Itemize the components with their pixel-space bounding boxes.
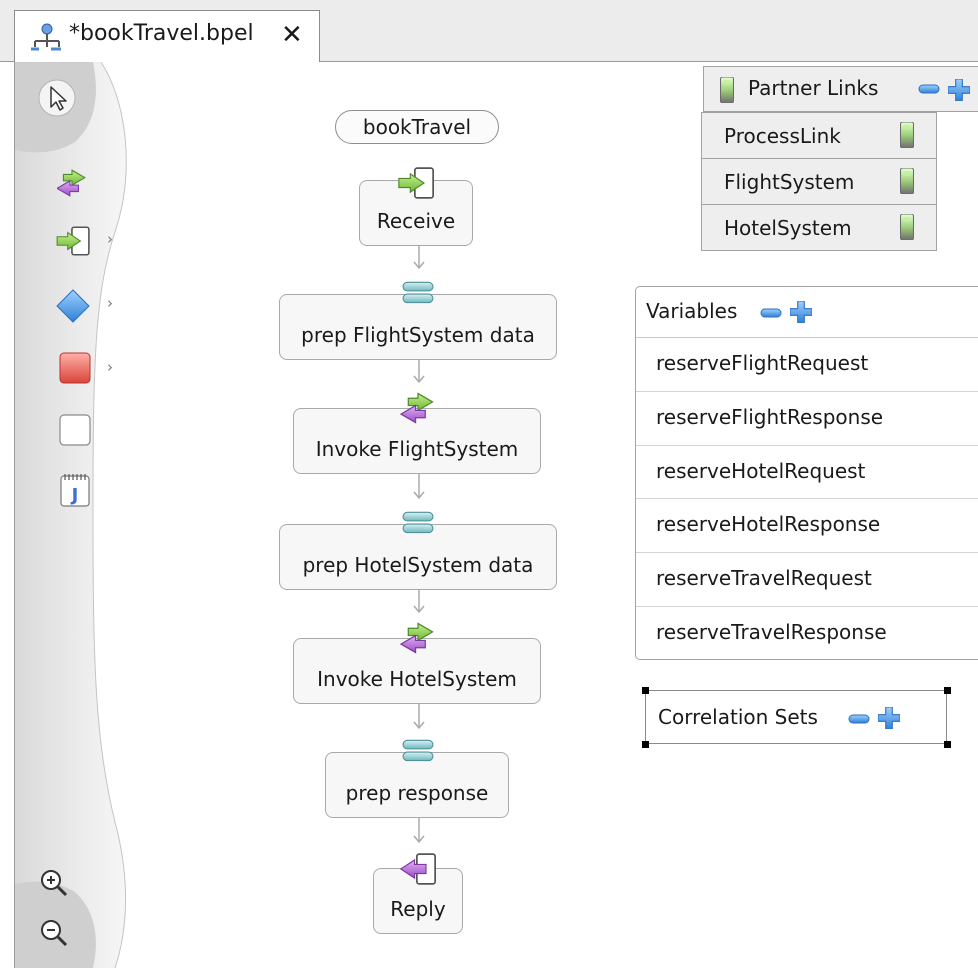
add-icon[interactable]	[878, 707, 900, 729]
activity-assign-response[interactable]: prep response	[325, 739, 509, 818]
activity-invoke-hotel[interactable]: Invoke HotelSystem	[293, 622, 541, 704]
activity-assign-hotel[interactable]: prep HotelSystem data	[279, 511, 557, 590]
variable-item[interactable]: reserveTravelResponse	[636, 607, 978, 659]
partner-link-icon	[720, 77, 734, 103]
assign-icon	[402, 739, 434, 762]
editor-tab-title: *bookTravel.bpel	[69, 21, 254, 46]
variable-item[interactable]: reserveHotelRequest	[636, 446, 978, 500]
partner-link-item[interactable]: ProcessLink	[702, 112, 936, 158]
variable-label: reserveHotelResponse	[656, 512, 881, 537]
variables-title: Variables	[646, 299, 738, 323]
activity-receive[interactable]: Receive	[359, 167, 473, 246]
activity-reply[interactable]: Reply	[373, 853, 463, 934]
partner-link-label: FlightSystem	[724, 170, 855, 194]
assign-icon	[402, 511, 434, 534]
variable-item[interactable]: reserveTravelRequest	[636, 553, 978, 607]
remove-icon[interactable]	[918, 81, 940, 97]
partner-links-header: Partner Links	[703, 66, 978, 112]
correlation-sets-title: Correlation Sets	[658, 705, 818, 729]
activity-label: prep HotelSystem data	[302, 553, 534, 577]
activity-invoke-flight[interactable]: Invoke FlightSystem	[293, 392, 541, 474]
partner-link-item[interactable]: FlightSystem	[702, 158, 936, 204]
partner-link-label: ProcessLink	[724, 124, 841, 148]
variable-label: reserveFlightResponse	[656, 404, 884, 429]
add-icon[interactable]	[790, 301, 812, 323]
variable-label: reserveFlightRequest	[656, 351, 869, 375]
partner-links-title: Partner Links	[748, 76, 879, 100]
variable-item[interactable]: reserveFlightRequest	[636, 338, 978, 392]
partner-links-list: ProcessLink FlightSystem HotelSystem	[701, 112, 937, 251]
invoke-icon	[400, 392, 434, 424]
activity-label: prep response	[345, 781, 489, 805]
selection-handle[interactable]	[944, 741, 951, 748]
variable-label: reserveHotelRequest	[656, 458, 866, 483]
variable-label: reserveTravelResponse	[656, 619, 887, 644]
variable-label: reserveTravelRequest	[656, 566, 872, 591]
reply-icon	[400, 853, 436, 885]
invoke-icon	[400, 622, 434, 654]
correlation-sets-panel[interactable]: Correlation Sets	[645, 690, 947, 744]
activity-label: Invoke HotelSystem	[317, 667, 517, 691]
partner-link-item[interactable]: HotelSystem	[702, 204, 936, 250]
selection-handle[interactable]	[944, 687, 951, 694]
bpel-design-canvas[interactable]: › › › J bookTravel Receive prep FlightSy…	[14, 62, 978, 968]
assign-icon	[402, 281, 434, 304]
selection-handle[interactable]	[642, 741, 649, 748]
variable-item[interactable]: reserveFlightResponse	[636, 392, 978, 446]
flow-connectors	[413, 244, 425, 844]
activity-label: prep FlightSystem data	[301, 323, 535, 347]
editor-tab[interactable]: *bookTravel.bpel ✕	[14, 10, 320, 62]
activity-label: Invoke FlightSystem	[315, 437, 519, 461]
activity-assign-flight[interactable]: prep FlightSystem data	[279, 281, 557, 360]
partner-link-icon	[900, 168, 914, 194]
remove-icon[interactable]	[760, 305, 782, 321]
close-icon[interactable]: ✕	[281, 20, 303, 50]
remove-icon[interactable]	[848, 711, 870, 727]
partner-link-label: HotelSystem	[724, 216, 852, 240]
receive-icon	[398, 167, 434, 199]
activity-label: Receive	[376, 209, 456, 233]
activity-label: Reply	[390, 897, 446, 921]
variable-item[interactable]: reserveHotelResponse	[636, 499, 978, 554]
bpel-process-icon	[31, 23, 61, 51]
partner-link-icon	[900, 122, 914, 148]
selection-handle[interactable]	[642, 687, 649, 694]
variables-panel: Variables reserveFlightRequest reserveFl…	[635, 286, 978, 660]
add-icon[interactable]	[948, 79, 970, 101]
variables-header: Variables	[636, 287, 978, 338]
editor-tab-bar: *bookTravel.bpel ✕	[0, 0, 978, 62]
partner-link-icon	[900, 214, 914, 240]
